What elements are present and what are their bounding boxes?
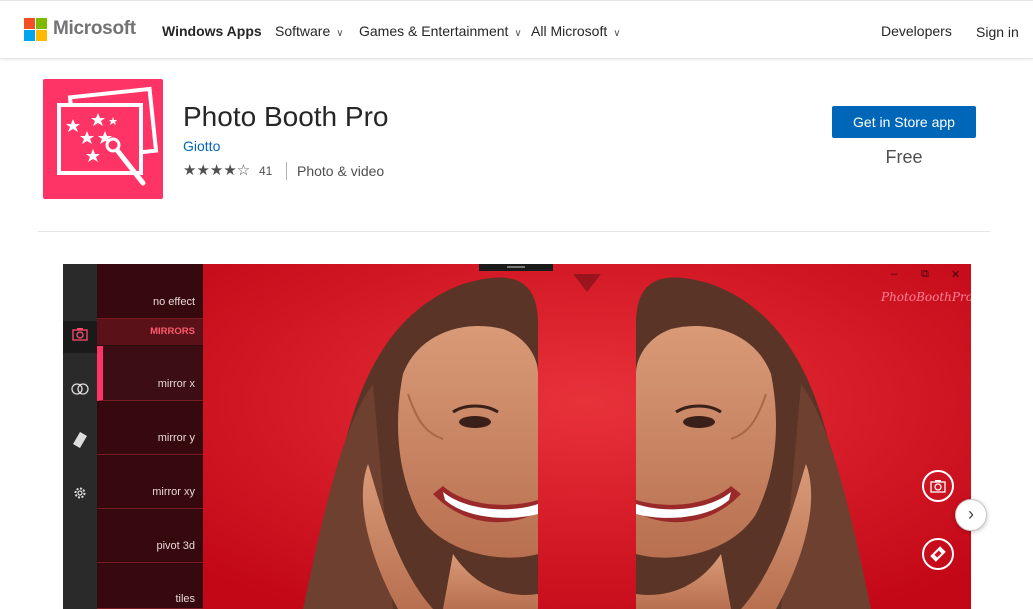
nav-developers[interactable]: Developers — [881, 23, 952, 39]
nav-all-microsoft-label: All Microsoft — [531, 23, 608, 39]
nav-software-label: Software — [275, 23, 331, 39]
get-in-store-button[interactable]: Get in Store app — [832, 106, 976, 138]
nav-windows-apps[interactable]: Windows Apps — [162, 23, 262, 39]
camera-icon — [63, 321, 97, 353]
app-watermark: PhotoBoothPro — [881, 290, 971, 304]
section-divider — [38, 231, 990, 232]
icon-rail — [63, 264, 97, 609]
app-title: Photo Booth Pro — [183, 101, 389, 132]
rating-count[interactable]: 41 — [259, 164, 272, 178]
app-icon — [43, 79, 163, 199]
brand-name[interactable]: Microsoft — [53, 18, 136, 40]
mirrored-photo — [203, 264, 971, 609]
site-header: Microsoft Windows Apps Software ∨ Games &… — [0, 0, 1033, 59]
close-icon[interactable]: ✕ — [951, 268, 960, 281]
app-screenshot[interactable]: no effect MIRRORS mirror x mirror y mirr… — [63, 264, 971, 609]
effects-panel: no effect MIRRORS mirror x mirror y mirr… — [97, 264, 203, 609]
camera-capture-icon[interactable] — [922, 470, 954, 502]
minimize-icon[interactable]: – — [891, 268, 897, 280]
film-icon — [63, 428, 97, 460]
effect-mirror-x[interactable]: mirror x — [97, 346, 203, 401]
microsoft-logo-icon[interactable] — [24, 18, 47, 41]
photo-booth-logo-icon — [57, 86, 159, 186]
restore-icon[interactable]: ⧉ — [921, 268, 929, 281]
publisher-link[interactable]: Giotto — [183, 138, 220, 154]
chevron-down-icon: ∨ — [514, 28, 522, 39]
chevron-down-icon: ∨ — [336, 28, 344, 39]
effect-mirror-xy[interactable]: mirror xy — [97, 456, 203, 509]
effect-no-effect[interactable]: no effect — [97, 264, 203, 319]
nav-software[interactable]: Software ∨ — [275, 23, 344, 39]
masks-icon — [63, 376, 97, 408]
sign-in-link[interactable]: Sign in — [976, 24, 1019, 40]
drag-handle[interactable] — [479, 264, 553, 271]
chevron-right-icon[interactable]: › — [955, 499, 987, 531]
effect-mirror-y[interactable]: mirror y — [97, 402, 203, 455]
section-header-mirrors: MIRRORS — [97, 319, 203, 345]
price-label: Free — [885, 147, 923, 167]
nav-games-label: Games & Entertainment — [359, 23, 509, 39]
effect-tiles[interactable]: tiles — [97, 564, 203, 609]
category-link[interactable]: Photo & video — [297, 163, 384, 179]
nav-games[interactable]: Games & Entertainment ∨ — [359, 23, 522, 39]
gear-icon — [63, 480, 97, 512]
chevron-down-icon: ∨ — [613, 28, 621, 39]
divider — [286, 162, 287, 180]
star-rating[interactable]: ★★★★☆ — [183, 161, 250, 179]
effect-pivot-3d[interactable]: pivot 3d — [97, 510, 203, 563]
film-strip-icon[interactable] — [922, 538, 954, 570]
nav-all-microsoft[interactable]: All Microsoft ∨ — [531, 23, 621, 39]
